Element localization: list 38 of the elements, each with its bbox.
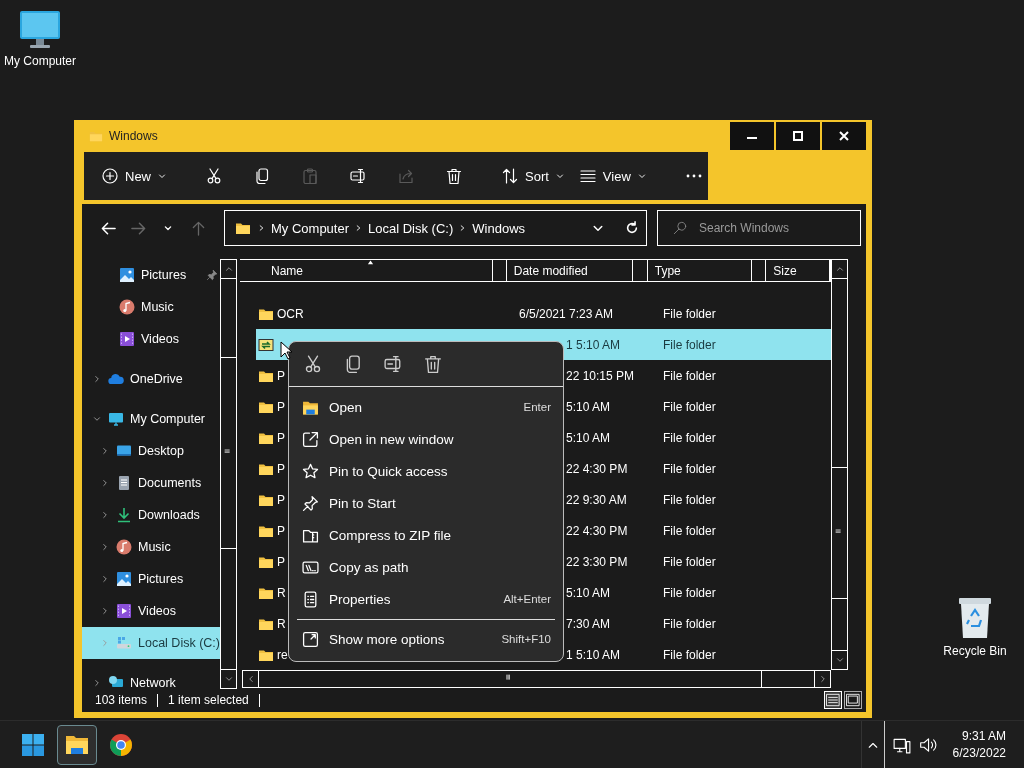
file-name: OCR <box>277 306 304 321</box>
date-cell: 5:10 AM <box>566 585 611 600</box>
type-cell-text: File folder <box>662 399 717 414</box>
type-cell-text: File folder <box>662 337 717 352</box>
date-cell: 1 5:10 AM <box>566 647 621 662</box>
type-cell-text: File folder <box>662 523 717 538</box>
date-cell: 7:30 AM <box>566 616 611 631</box>
file-name: P <box>277 554 285 569</box>
status-text: 1 item selected <box>168 693 249 707</box>
type-cell-text: File folder <box>662 368 717 383</box>
file-name: re <box>277 647 288 662</box>
date-cell: 22 10:15 PM <box>566 368 635 383</box>
file-name: R <box>277 616 286 631</box>
type-cell-text: File folder <box>662 306 717 321</box>
date-cell: 5:10 AM <box>566 430 611 445</box>
date-cell: 5:10 AM <box>566 399 611 414</box>
date-cell: 22 3:30 PM <box>566 554 628 569</box>
type-cell-text: File folder <box>662 616 717 631</box>
file-name: P <box>277 368 285 383</box>
date-cell: 22 4:30 PM <box>566 523 628 538</box>
type-cell-text: File folder <box>662 492 717 507</box>
type-cell-text: File folder <box>662 585 717 600</box>
file-name: R <box>277 585 286 600</box>
status-text: 103 items <box>95 693 148 707</box>
date-cell: 22 4:30 PM <box>566 461 628 476</box>
type-cell-text: File folder <box>662 647 717 662</box>
type-cell-text: File folder <box>662 430 717 445</box>
type-cell-text: File folder <box>662 461 717 476</box>
file-name: P <box>277 430 285 445</box>
type-cell-text: File folder <box>662 554 717 569</box>
file-name: P <box>277 461 285 476</box>
date-cell: 6/5/2021 7:23 AM <box>519 306 614 321</box>
file-name: P <box>277 523 285 538</box>
window-title: Windows <box>109 129 159 143</box>
date-cell: 1 5:10 AM <box>566 337 621 352</box>
file-name: P <box>277 399 285 414</box>
file-name: P <box>277 492 285 507</box>
date-cell: 22 9:30 AM <box>566 492 627 507</box>
